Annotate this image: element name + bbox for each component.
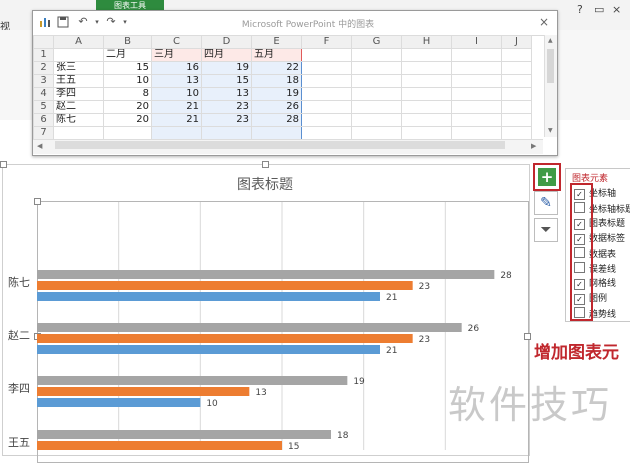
bar [37, 376, 348, 385]
option-label: 趋势线 [589, 310, 617, 320]
data-label: 26 [468, 324, 480, 334]
data-label: 15 [288, 442, 299, 450]
category-label: 李四 [8, 381, 30, 395]
bar [37, 345, 380, 354]
option-label: 坐标轴 [589, 189, 617, 199]
option-label: 图表标题 [589, 219, 626, 229]
bar [37, 270, 495, 279]
option-label: 数据标签 [589, 234, 626, 244]
checkbox-highlight [570, 183, 593, 321]
bar [37, 323, 462, 332]
bar [37, 292, 380, 301]
chart-styles-button[interactable]: ✎ [534, 191, 558, 215]
option-label: 网格线 [589, 279, 617, 289]
category-label: 赵二 [8, 328, 30, 342]
bar [37, 441, 282, 450]
data-label: 21 [386, 293, 397, 303]
brush-icon: ✎ [540, 195, 552, 211]
watermark: 软件技巧 [448, 383, 613, 427]
plus-icon: + [538, 168, 556, 186]
chart-filters-button[interactable]: ⏷ [534, 218, 558, 242]
bar [37, 281, 413, 290]
data-label: 10 [206, 399, 218, 409]
bar [37, 334, 413, 343]
caption-text: 增加图表元 [534, 343, 619, 363]
data-label: 19 [353, 377, 365, 387]
data-label: 18 [337, 431, 349, 441]
category-label: 陈七 [8, 275, 30, 289]
option-label: 坐标轴标题 [589, 205, 630, 215]
data-label: 28 [500, 271, 512, 281]
data-label: 21 [386, 346, 397, 356]
option-label: 数据表 [589, 250, 617, 260]
option-label: 误差线 [589, 265, 617, 275]
bar [37, 398, 201, 407]
data-label: 13 [255, 388, 266, 398]
data-label: 23 [419, 282, 430, 292]
category-label: 王五 [8, 436, 30, 449]
bar [37, 387, 250, 396]
bar [37, 430, 331, 439]
filter-icon: ⏷ [540, 222, 552, 238]
data-label: 23 [419, 335, 430, 345]
chart-elements-button[interactable]: + [533, 163, 561, 191]
